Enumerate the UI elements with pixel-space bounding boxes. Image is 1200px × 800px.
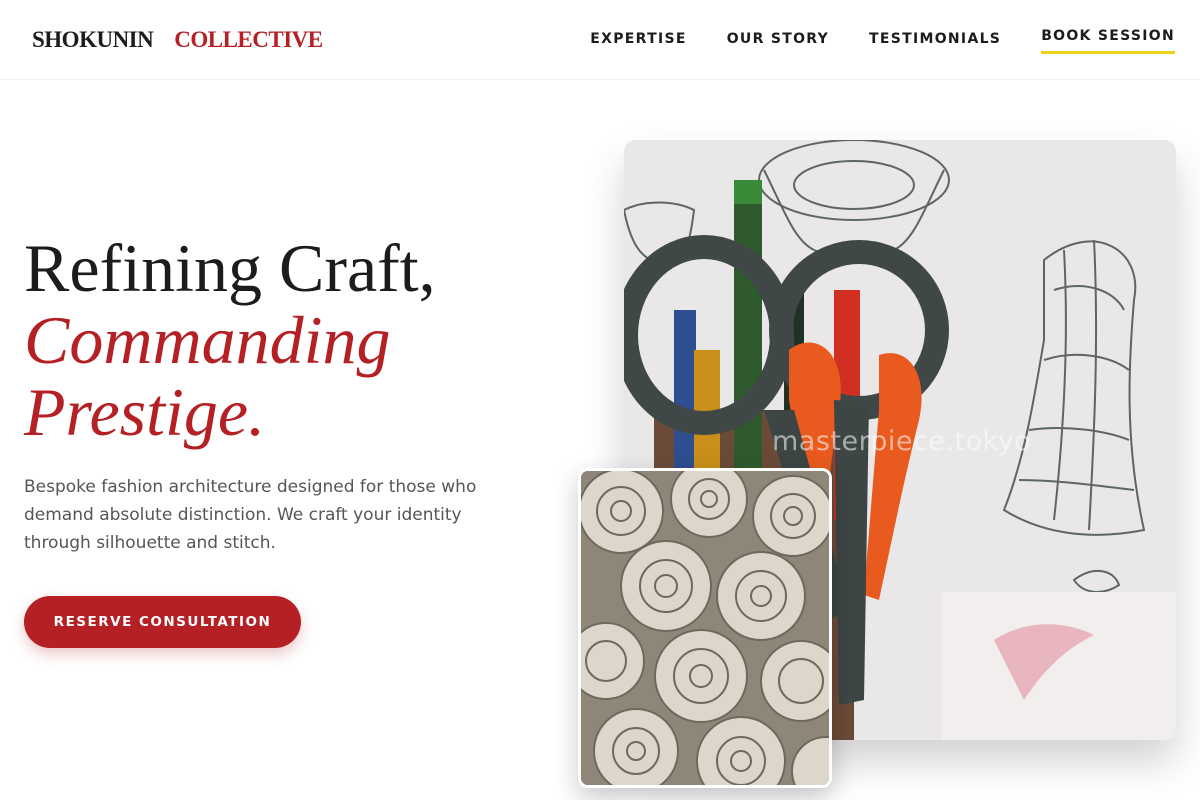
site-header: SHOKUNIN COLLECTIVE EXPERTISE OUR STORY … bbox=[0, 0, 1200, 80]
fabric-rolls-photo bbox=[578, 468, 832, 788]
nav-link-expertise[interactable]: EXPERTISE bbox=[590, 28, 686, 50]
watermark-text: masterpiece.tokyo bbox=[772, 426, 1032, 457]
nav-link-book-session[interactable]: BOOK SESSION bbox=[1041, 25, 1175, 54]
brand-name-part2: COLLECTIVE bbox=[174, 27, 323, 52]
hero-title-line1: Refining Craft, bbox=[24, 230, 436, 306]
hero-title: Refining Craft, Commanding Prestige. bbox=[24, 232, 436, 448]
brand-logo[interactable]: SHOKUNIN COLLECTIVE bbox=[32, 27, 323, 53]
main-nav: EXPERTISE OUR STORY TESTIMONIALS BOOK SE… bbox=[550, 28, 1175, 57]
hero-title-line2: Commanding bbox=[24, 302, 391, 378]
hero-description: Bespoke fashion architecture designed fo… bbox=[24, 477, 477, 553]
reserve-consultation-button[interactable]: RESERVE CONSULTATION bbox=[24, 596, 301, 648]
nav-link-testimonials[interactable]: TESTIMONIALS bbox=[869, 28, 1001, 50]
brand-name-part1: SHOKUNIN bbox=[32, 27, 154, 52]
nav-link-our-story[interactable]: OUR STORY bbox=[727, 28, 829, 50]
hero-title-line3: Prestige. bbox=[24, 374, 266, 450]
fabric-rolls-illustration bbox=[581, 471, 829, 785]
